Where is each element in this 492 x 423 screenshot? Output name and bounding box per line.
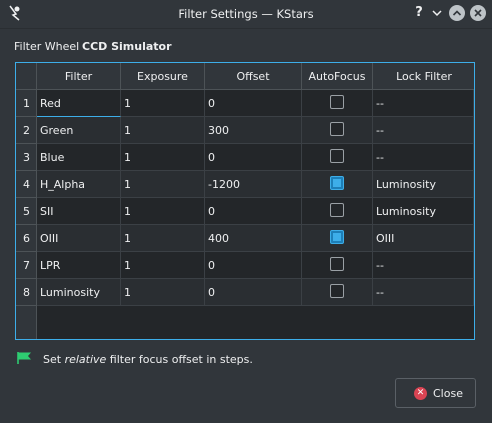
exposure-cell[interactable]: 1	[121, 117, 205, 144]
autofocus-cell	[302, 144, 373, 171]
lock-filter-cell[interactable]: --	[373, 117, 474, 144]
autofocus-cell	[302, 279, 373, 306]
offset-cell[interactable]: 0	[205, 198, 302, 225]
offset-cell[interactable]: 0	[205, 144, 302, 171]
table-row[interactable]: OIII 1 400 OIII	[37, 225, 474, 252]
table-corner[interactable]	[16, 63, 37, 90]
hint-text-end: filter focus offset in steps.	[106, 353, 253, 366]
lock-filter-cell[interactable]: --	[373, 279, 474, 306]
lock-filter-cell[interactable]: --	[373, 90, 474, 117]
hint-text-emphasis: relative	[64, 353, 107, 366]
row-header-1[interactable]: 1	[16, 90, 37, 117]
minimize-button[interactable]	[428, 4, 446, 22]
exposure-cell[interactable]: 1	[121, 198, 205, 225]
filter-cell[interactable]: LPR	[37, 252, 121, 279]
offset-cell[interactable]: 400	[205, 225, 302, 252]
column-header-offset[interactable]: Offset	[205, 63, 302, 90]
title-bar: Filter Settings — KStars ?	[0, 0, 492, 29]
offset-cell[interactable]: 0	[205, 252, 302, 279]
hint-text-start: Set	[43, 353, 65, 366]
autofocus-checkbox-checked[interactable]	[330, 230, 344, 244]
exposure-cell[interactable]: 1	[121, 252, 205, 279]
table-row[interactable]: LPR 1 0 --	[37, 252, 474, 279]
lock-filter-cell[interactable]: OIII	[373, 225, 474, 252]
autofocus-checkbox[interactable]	[330, 257, 344, 271]
row-header-7[interactable]: 7	[16, 252, 37, 279]
offset-cell[interactable]: 0	[205, 279, 302, 306]
table-row[interactable]: Red 1 0 --	[37, 90, 474, 117]
green-flag-icon	[17, 352, 31, 364]
offset-cell[interactable]: -1200	[205, 171, 302, 198]
table-row[interactable]: Blue 1 0 --	[37, 144, 474, 171]
lock-filter-cell[interactable]: --	[373, 252, 474, 279]
column-header-filter[interactable]: Filter	[37, 63, 121, 90]
table-row[interactable]: Luminosity 1 0 --	[37, 279, 474, 306]
filter-cell[interactable]: OIII	[37, 225, 121, 252]
exposure-cell[interactable]: 1	[121, 225, 205, 252]
lock-filter-cell[interactable]: Luminosity	[373, 198, 474, 225]
autofocus-cell	[302, 90, 373, 117]
autofocus-cell	[302, 225, 373, 252]
window-close-button[interactable]	[470, 5, 486, 21]
exposure-cell[interactable]: 1	[121, 90, 205, 117]
table-row[interactable]: Green 1 300 --	[37, 117, 474, 144]
filter-wheel-label: Filter Wheel	[14, 40, 80, 53]
row-header-3[interactable]: 3	[16, 144, 37, 171]
filter-table[interactable]: Filter Exposure Offset AutoFocus Lock Fi…	[15, 62, 475, 340]
help-button[interactable]: ?	[410, 4, 428, 22]
close-icon	[474, 9, 482, 17]
close-circle-icon: ✕	[414, 387, 427, 400]
exposure-cell[interactable]: 1	[121, 144, 205, 171]
filter-wheel-name: CCD Simulator	[82, 40, 172, 53]
column-header-exposure[interactable]: Exposure	[121, 63, 205, 90]
lock-filter-cell[interactable]: --	[373, 144, 474, 171]
exposure-cell[interactable]: 1	[121, 279, 205, 306]
close-button-label: Close	[433, 387, 463, 400]
autofocus-checkbox[interactable]	[330, 203, 344, 217]
autofocus-checkbox[interactable]	[330, 149, 344, 163]
row-header-4[interactable]: 4	[16, 171, 37, 198]
autofocus-cell	[302, 252, 373, 279]
offset-cell[interactable]: 300	[205, 117, 302, 144]
row-header-8[interactable]: 8	[16, 279, 37, 306]
filter-cell[interactable]: Luminosity	[37, 279, 121, 306]
maximize-button[interactable]	[449, 5, 465, 21]
row-header-column: 1 2 3 4 5 6 7 8	[16, 90, 37, 339]
column-header-autofocus[interactable]: AutoFocus	[302, 63, 373, 90]
filter-cell[interactable]: H_Alpha	[37, 171, 121, 198]
row-header-5[interactable]: 5	[16, 198, 37, 225]
close-button[interactable]: ✕ Close	[395, 378, 476, 408]
offset-hint-text: Set relative filter focus offset in step…	[43, 353, 253, 366]
row-header-2[interactable]: 2	[16, 117, 37, 144]
filter-cell[interactable]: Green	[37, 117, 121, 144]
maximize-icon	[452, 10, 462, 16]
table-row[interactable]: H_Alpha 1 -1200 Luminosity	[37, 171, 474, 198]
filter-cell[interactable]: Blue	[37, 144, 121, 171]
row-header-6[interactable]: 6	[16, 225, 37, 252]
autofocus-checkbox[interactable]	[330, 122, 344, 136]
chevron-down-icon	[432, 10, 442, 17]
offset-cell[interactable]: 0	[205, 90, 302, 117]
autofocus-cell	[302, 117, 373, 144]
table-row[interactable]: SII 1 0 Luminosity	[37, 198, 474, 225]
lock-filter-cell[interactable]: Luminosity	[373, 171, 474, 198]
column-header-lock-filter[interactable]: Lock Filter	[373, 63, 474, 90]
autofocus-cell	[302, 171, 373, 198]
filter-cell[interactable]: Red	[37, 90, 121, 117]
filter-cell[interactable]: SII	[37, 198, 121, 225]
exposure-cell[interactable]: 1	[121, 171, 205, 198]
autofocus-cell	[302, 198, 373, 225]
autofocus-checkbox[interactable]	[330, 95, 344, 109]
autofocus-checkbox[interactable]	[330, 284, 344, 298]
autofocus-checkbox-checked[interactable]	[330, 176, 344, 190]
